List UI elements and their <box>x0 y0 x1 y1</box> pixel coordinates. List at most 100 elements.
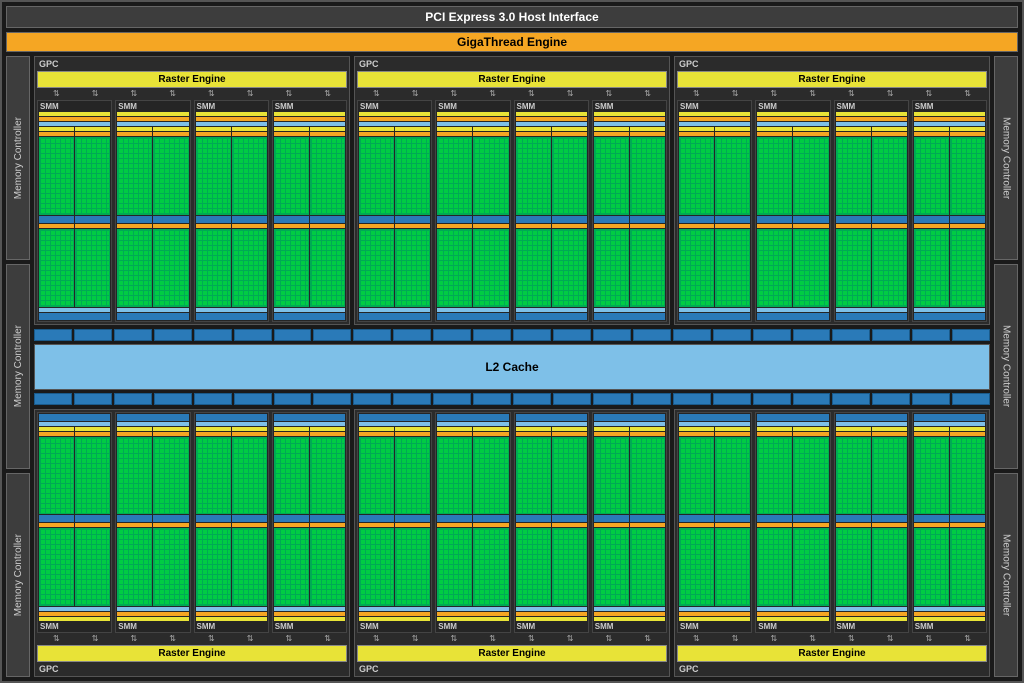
smm-label: SMM <box>39 102 110 111</box>
gpu-chip-diagram: PCI Express 3.0 Host Interface GigaThrea… <box>0 0 1024 683</box>
cuda-cores <box>630 437 665 515</box>
smm-block: SMM <box>912 412 987 634</box>
cuda-cores <box>274 229 309 307</box>
cuda-cores <box>836 528 871 606</box>
l2-segment <box>274 329 312 341</box>
cuda-cores <box>872 137 907 215</box>
smm-block: SMM <box>912 100 987 322</box>
cuda-cores <box>153 229 188 307</box>
cuda-cores <box>793 528 828 606</box>
l2-strip <box>34 329 990 341</box>
smm-label: SMM <box>437 622 508 631</box>
gpc-label: GPC <box>677 59 987 69</box>
smm-block: SMM <box>755 412 830 634</box>
cuda-cores <box>516 137 551 215</box>
l2-segment <box>114 393 152 405</box>
cuda-cores <box>715 137 750 215</box>
cuda-cores <box>359 437 394 515</box>
cuda-cores <box>310 229 345 307</box>
smm-block: SMM <box>834 412 909 634</box>
cuda-cores <box>757 229 792 307</box>
l2-segment <box>952 329 990 341</box>
smm-block: SMM <box>435 412 510 634</box>
cuda-cores <box>552 137 587 215</box>
l2-segment <box>633 393 671 405</box>
smm-block: SMM <box>194 412 269 634</box>
l2-segment <box>473 329 511 341</box>
cuda-cores <box>594 137 629 215</box>
l2-segment <box>433 329 471 341</box>
memory-controller: Memory Controller <box>994 264 1018 468</box>
cuda-cores <box>117 437 152 515</box>
cuda-cores <box>437 137 472 215</box>
cuda-cores <box>793 229 828 307</box>
gpc-cluster: GPCRaster Engine⇅⇅⇅⇅⇅⇅⇅⇅SMMSMMSMMSMM <box>34 56 350 325</box>
l2-segment <box>553 329 591 341</box>
arrow-strip: ⇅⇅⇅⇅⇅⇅⇅⇅ <box>357 90 667 98</box>
l2-cache: L2 Cache <box>34 344 990 390</box>
gpc-label: GPC <box>37 664 347 674</box>
memory-controllers-left: Memory Controller Memory Controller Memo… <box>6 56 30 677</box>
cuda-cores <box>395 437 430 515</box>
cuda-cores <box>914 137 949 215</box>
gpc-cluster: GPCRaster Engine⇅⇅⇅⇅⇅⇅⇅⇅SMMSMMSMMSMM <box>674 409 990 678</box>
cuda-cores <box>39 137 74 215</box>
pci-host-interface: PCI Express 3.0 Host Interface <box>6 6 1018 28</box>
l2-segment <box>832 393 870 405</box>
l2-segment <box>673 329 711 341</box>
cuda-cores <box>793 137 828 215</box>
cuda-cores <box>950 437 985 515</box>
memory-controller: Memory Controller <box>6 264 30 468</box>
cuda-cores <box>950 229 985 307</box>
smm-row: SMMSMMSMMSMM <box>677 412 987 634</box>
smm-block: SMM <box>272 100 347 322</box>
cuda-cores <box>117 528 152 606</box>
smm-label: SMM <box>117 622 188 631</box>
smm-label: SMM <box>516 622 587 631</box>
cuda-cores <box>836 437 871 515</box>
cuda-cores <box>950 137 985 215</box>
l2-segment <box>753 329 791 341</box>
cuda-cores <box>594 437 629 515</box>
l2-segment <box>513 393 551 405</box>
l2-segment <box>952 393 990 405</box>
l2-segment <box>114 329 152 341</box>
l2-segment <box>433 393 471 405</box>
cuda-cores <box>117 229 152 307</box>
cuda-cores <box>757 137 792 215</box>
smm-block: SMM <box>514 412 589 634</box>
l2-segment <box>593 393 631 405</box>
smm-label: SMM <box>594 622 665 631</box>
smm-block: SMM <box>514 100 589 322</box>
cuda-cores <box>679 137 714 215</box>
gpc-label: GPC <box>677 664 987 674</box>
cuda-cores <box>630 528 665 606</box>
l2-segment <box>553 393 591 405</box>
gpc-cluster: GPCRaster Engine⇅⇅⇅⇅⇅⇅⇅⇅SMMSMMSMMSMM <box>34 409 350 678</box>
smm-row: SMMSMMSMMSMM <box>677 100 987 322</box>
cuda-cores <box>679 437 714 515</box>
cuda-cores <box>757 528 792 606</box>
smm-label: SMM <box>757 102 828 111</box>
cuda-cores <box>836 229 871 307</box>
cuda-cores <box>196 137 231 215</box>
cuda-cores <box>473 437 508 515</box>
smm-block: SMM <box>592 412 667 634</box>
smm-row: SMMSMMSMMSMM <box>37 100 347 322</box>
cuda-cores <box>715 229 750 307</box>
cuda-cores <box>196 229 231 307</box>
smm-label: SMM <box>836 102 907 111</box>
raster-engine: Raster Engine <box>677 645 987 662</box>
smm-block: SMM <box>37 412 112 634</box>
smm-label: SMM <box>359 102 430 111</box>
gpc-cluster: GPCRaster Engine⇅⇅⇅⇅⇅⇅⇅⇅SMMSMMSMMSMM <box>354 56 670 325</box>
cuda-cores <box>914 229 949 307</box>
l2-segment <box>633 329 671 341</box>
cuda-cores <box>793 437 828 515</box>
smm-label: SMM <box>117 102 188 111</box>
cuda-cores <box>232 137 267 215</box>
cuda-cores <box>196 528 231 606</box>
smm-block: SMM <box>677 412 752 634</box>
cuda-cores <box>75 528 110 606</box>
raster-engine: Raster Engine <box>357 645 667 662</box>
